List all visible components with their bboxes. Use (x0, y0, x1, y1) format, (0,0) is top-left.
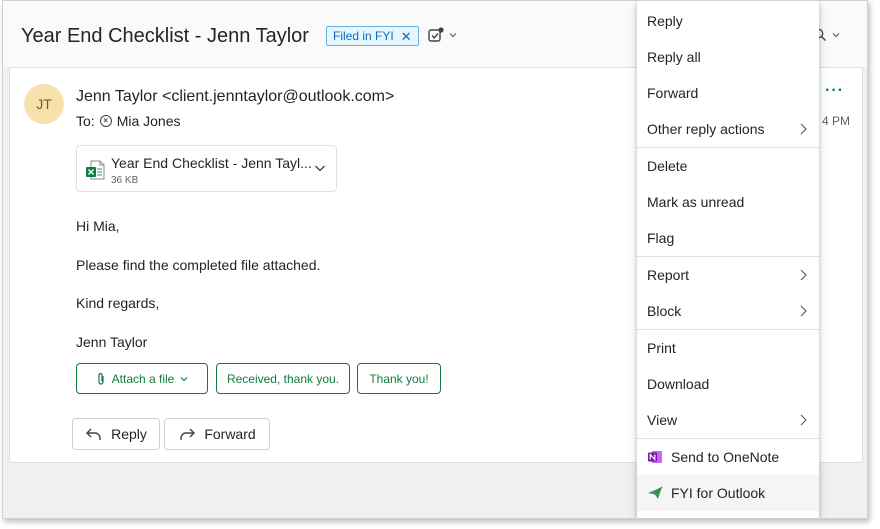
suggested-reply-label: Received, thank you. (226, 371, 340, 386)
more-actions-icon[interactable]: ··· (825, 82, 844, 100)
menu-item-label: Download (647, 376, 710, 392)
unresolved-recipient-icon: × (99, 115, 112, 127)
recipient-name[interactable]: Mia Jones (117, 113, 181, 129)
remove-tag-icon[interactable]: ✕ (401, 30, 412, 43)
menu-item-label: View (647, 412, 678, 428)
menu-item-report[interactable]: Report (637, 257, 819, 293)
menu-item-reply-all[interactable]: Reply all (637, 39, 819, 75)
to-label: To: (76, 113, 95, 129)
body-greeting: Hi Mia, (76, 218, 120, 234)
chevron-right-icon (800, 123, 807, 135)
category-tag-label: Filed in FYI (333, 29, 394, 43)
body-text: Please find the completed file attached. (76, 257, 321, 273)
outlook-window: Year End Checklist - Jenn Taylor Filed i… (2, 0, 868, 519)
chevron-right-icon (800, 269, 807, 281)
menu-item-send-to-onenote[interactable]: Send to OneNote (637, 439, 819, 475)
menu-item-label: Mark as unread (647, 194, 745, 210)
body-closing: Kind regards, (76, 295, 160, 311)
menu-item-label: Delete (647, 158, 688, 174)
message-actions-menu: Reply Reply all Forward Other reply acti… (637, 1, 819, 518)
menu-item-delete[interactable]: Delete (637, 148, 819, 184)
attachment-card[interactable]: Year End Checklist - Jenn Tayl... 36 KB (76, 145, 337, 192)
suggested-reply-received[interactable]: Received, thank you. (216, 363, 350, 394)
menu-item-view[interactable]: View (637, 402, 819, 438)
paperclip-icon (98, 372, 104, 385)
menu-item-label: Reply (647, 13, 683, 29)
sender-avatar[interactable]: JT (24, 84, 64, 124)
chevron-right-icon (800, 414, 807, 426)
chevron-down-icon (832, 33, 840, 38)
menu-item-label: Print (647, 340, 676, 356)
menu-item-mark-unread[interactable]: Mark as unread (637, 184, 819, 220)
forward-button[interactable]: Forward (164, 418, 270, 450)
reply-arrow-icon (86, 428, 101, 440)
attachment-size: 36 KB (111, 175, 139, 186)
onenote-icon (647, 449, 663, 465)
reply-button-label: Reply (111, 426, 147, 442)
recipients-line: To: × Mia Jones (76, 113, 181, 129)
forward-button-label: Forward (204, 426, 256, 442)
message-time: 4 PM (822, 114, 851, 128)
menu-item-forward[interactable]: Forward (637, 75, 819, 111)
menu-item-fyi-for-outlook[interactable]: FYI for Outlook (637, 475, 819, 511)
menu-item-label: Report (647, 267, 690, 283)
menu-item-label: Flag (647, 230, 675, 246)
chevron-right-icon (800, 305, 807, 317)
suggested-reply-label: Thank you! (369, 371, 429, 386)
fyi-paper-plane-icon (647, 485, 663, 501)
suggested-reply-thanks[interactable]: Thank you! (357, 363, 441, 394)
avatar-initials: JT (36, 96, 52, 112)
chevron-down-icon[interactable] (313, 161, 327, 175)
menu-item-label: FYI for Outlook (671, 485, 766, 501)
chevron-down-icon (180, 376, 188, 381)
tag-check-icon (428, 27, 444, 42)
category-tag[interactable]: Filed in FYI ✕ (326, 26, 419, 46)
forward-arrow-icon (180, 428, 196, 440)
menu-item-label: Block (647, 303, 682, 319)
sender-name[interactable]: Jenn Taylor <client.jenntaylor@outlook.c… (76, 88, 394, 106)
attach-file-button[interactable]: Attach a file (76, 363, 208, 394)
menu-item-label: Other reply actions (647, 121, 765, 137)
menu-item-flag[interactable]: Flag (637, 220, 819, 256)
email-subject: Year End Checklist - Jenn Taylor (21, 25, 309, 47)
attach-file-label: Attach a file (111, 371, 175, 386)
attachment-name: Year End Checklist - Jenn Tayl... (111, 155, 312, 171)
menu-item-label: Forward (647, 85, 699, 101)
body-signature: Jenn Taylor (76, 334, 148, 350)
excel-file-icon (86, 160, 105, 180)
menu-item-reply[interactable]: Reply (637, 3, 819, 39)
menu-item-download[interactable]: Download (637, 366, 819, 402)
menu-item-label: Send to OneNote (671, 449, 780, 465)
menu-item-other-reply-actions[interactable]: Other reply actions (637, 111, 819, 147)
chevron-down-icon (449, 33, 457, 38)
reply-button[interactable]: Reply (72, 418, 160, 450)
menu-item-label: Reply all (647, 49, 701, 65)
menu-item-block[interactable]: Block (637, 293, 819, 329)
menu-item-print[interactable]: Print (637, 330, 819, 366)
categorize-button[interactable] (427, 26, 458, 44)
